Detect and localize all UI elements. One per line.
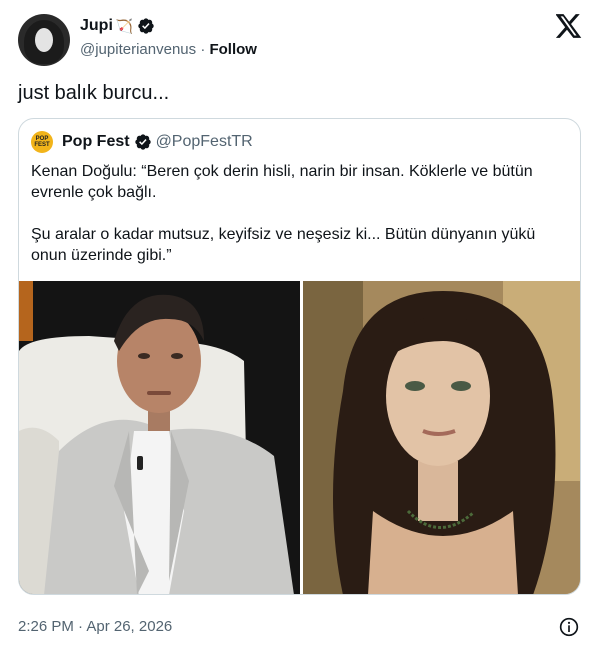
quoted-avatar[interactable]: POP FEST (31, 131, 53, 153)
quoted-header: POP FEST Pop Fest @PopFestTR (31, 131, 253, 153)
quoted-text: Kenan Doğulu: “Beren çok derin hisli, na… (31, 161, 566, 287)
author-handle[interactable]: @jupiterianvenus (80, 41, 196, 58)
x-logo-icon[interactable] (555, 14, 582, 38)
author-avatar[interactable] (18, 14, 70, 66)
man-in-grey-suit-photo[interactable] (19, 281, 300, 594)
follow-button[interactable]: Follow (209, 41, 257, 58)
quoted-paragraph: Kenan Doğulu: “Beren çok derin hisli, na… (31, 163, 533, 201)
quoted-handle[interactable]: @PopFestTR (156, 132, 253, 152)
verified-badge-icon (134, 133, 152, 151)
info-icon[interactable] (559, 617, 579, 637)
bow-and-arrow-icon: 🏹 (115, 18, 134, 34)
author-name[interactable]: Jupi (80, 16, 113, 36)
quoted-paragraph: Şu aralar o kadar mutsuz, keyifsiz ve ne… (31, 226, 536, 264)
quoted-media (19, 281, 580, 594)
author-block: Jupi 🏹 @jupiterianvenus · Follow (80, 16, 257, 60)
verified-badge-icon (137, 17, 155, 35)
quoted-tweet[interactable]: POP FEST Pop Fest @PopFestTR Kenan Doğul… (18, 118, 581, 595)
separator-dot: · (200, 41, 206, 58)
timestamp[interactable]: 2:26 PM · Apr 26, 2026 (18, 617, 172, 637)
author-handle-row: @jupiterianvenus · Follow (80, 40, 257, 60)
quoted-name[interactable]: Pop Fest (62, 132, 130, 152)
woman-with-long-dark-hair-photo[interactable] (303, 281, 580, 594)
tweet-text: just balık burcu... (18, 82, 170, 104)
avatar-face (35, 28, 53, 52)
author-name-row: Jupi 🏹 (80, 16, 257, 36)
